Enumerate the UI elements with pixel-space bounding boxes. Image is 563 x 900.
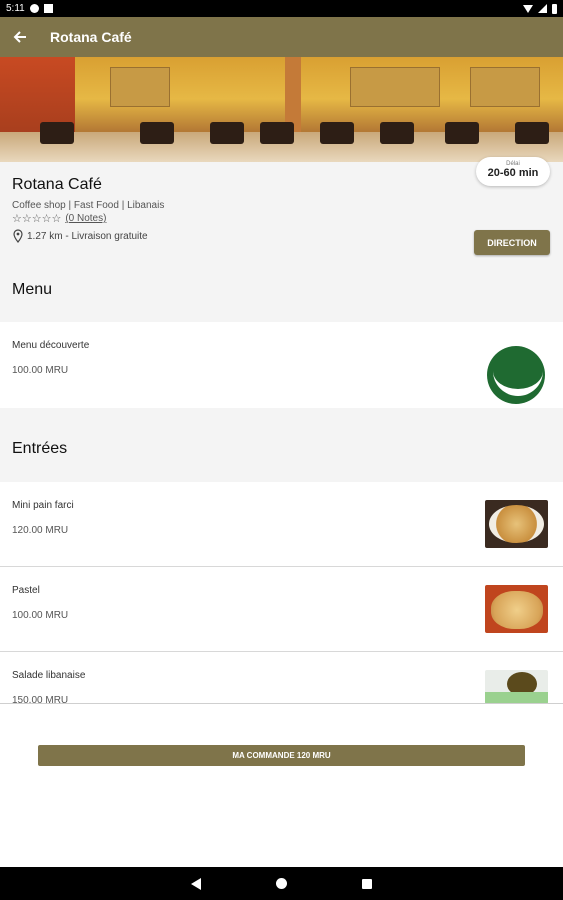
item-name: Mini pain farci	[12, 500, 74, 511]
list-item[interactable]: Salade libanaise 150.00 MRU	[0, 652, 563, 704]
wifi-icon	[523, 4, 533, 13]
list-item[interactable]: Menu découverte 100.00 MRU	[0, 322, 563, 408]
status-bar: 5:11	[0, 0, 563, 17]
list-item[interactable]: Pastel 100.00 MRU	[0, 567, 563, 652]
location-pin-icon	[13, 229, 23, 243]
stuffed-bread-photo-icon	[485, 500, 548, 548]
rating: ☆☆☆☆☆ (0 Notes)	[12, 212, 106, 225]
delivery-time-value: 20-60 min	[487, 167, 539, 179]
star-rating-icon: ☆☆☆☆☆	[12, 213, 62, 225]
restaurant-cover-image	[0, 57, 563, 162]
app-bar: Rotana Café	[0, 17, 563, 57]
item-price: 120.00 MRU	[12, 525, 69, 536]
list-item[interactable]: Mini pain farci 120.00 MRU	[0, 482, 563, 567]
restaurant-logo-icon	[487, 346, 545, 404]
section-header-entrees: Entrées	[0, 408, 563, 482]
notification-icon	[29, 4, 39, 13]
item-price: 100.00 MRU	[12, 610, 69, 621]
battery-icon	[552, 3, 557, 14]
restaurant-name: Rotana Café	[12, 176, 102, 193]
system-nav-bar	[0, 867, 563, 900]
clock: 5:11	[6, 3, 25, 14]
nav-back-icon[interactable]	[191, 877, 201, 890]
section-title: Menu	[12, 281, 53, 298]
section-header-menu: Menu	[0, 265, 563, 322]
storage-icon	[43, 4, 53, 13]
item-name: Salade libanaise	[12, 670, 86, 681]
nav-recents-icon[interactable]	[362, 878, 372, 889]
arrow-back-icon[interactable]	[0, 17, 40, 57]
section-title: Entrées	[12, 440, 68, 457]
direction-button[interactable]: DIRECTION	[474, 230, 550, 255]
app-title: Rotana Café	[50, 29, 132, 45]
signal-icon	[538, 4, 547, 13]
item-name: Pastel	[12, 585, 40, 596]
order-summary-button[interactable]: MA COMMANDE 120 MRU	[38, 745, 525, 766]
item-name: Menu découverte	[12, 340, 90, 351]
pastel-photo-icon	[485, 585, 548, 633]
salad-photo-icon	[485, 670, 548, 703]
restaurant-categories: Coffee shop | Fast Food | Libanais	[12, 200, 165, 211]
rating-notes-link[interactable]: (0 Notes)	[65, 213, 106, 224]
item-price: 150.00 MRU	[12, 695, 69, 704]
delivery-text: 1.27 km - Livraison gratuite	[27, 230, 148, 242]
nav-home-icon[interactable]	[276, 878, 287, 889]
item-price: 100.00 MRU	[12, 365, 69, 376]
delivery-info: 1.27 km - Livraison gratuite	[12, 229, 148, 243]
delivery-time-badge: Délai 20-60 min	[476, 157, 550, 186]
